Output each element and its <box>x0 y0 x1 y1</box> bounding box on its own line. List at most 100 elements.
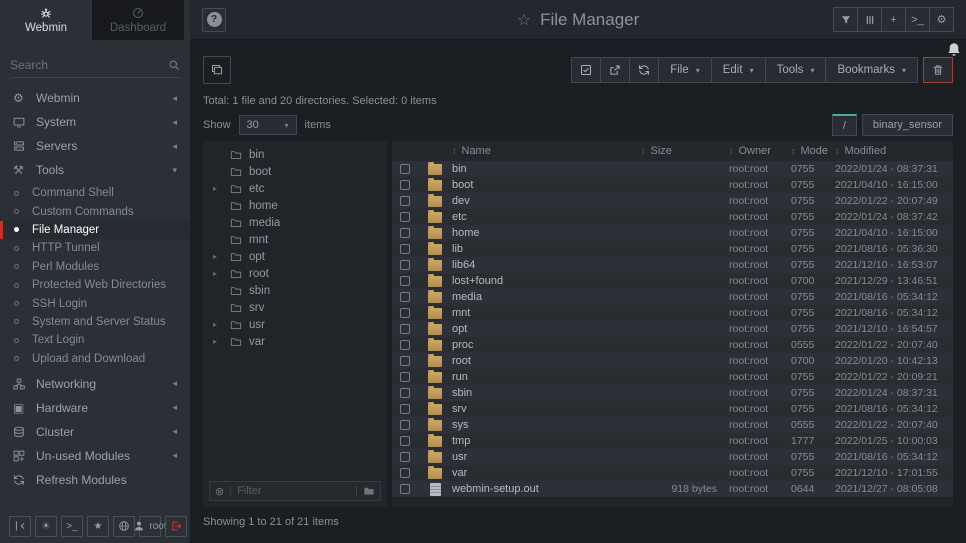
refresh-button[interactable] <box>629 57 659 83</box>
tree-item-mnt[interactable]: mnt <box>203 231 387 248</box>
tree-item-home[interactable]: home <box>203 197 387 214</box>
sort-icon[interactable]: ↕ <box>729 146 734 156</box>
tree-item-var[interactable]: ▸var <box>203 333 387 350</box>
sidebar-item-text-login[interactable]: Text Login <box>0 331 190 349</box>
file-name[interactable]: boot <box>452 179 637 191</box>
sidebar-item-perl-modules[interactable]: Perl Modules <box>0 258 190 276</box>
sidebar-item-tools[interactable]: ⚒Tools▾ <box>0 158 190 182</box>
terminal-button[interactable]: >_ <box>905 7 930 32</box>
tree-item-etc[interactable]: ▸etc <box>203 180 387 197</box>
folder-small-icon[interactable] <box>363 485 375 497</box>
file-name[interactable]: srv <box>452 403 637 415</box>
column-header-owner[interactable]: ↕Owner <box>717 145 791 157</box>
file-name[interactable]: root <box>452 355 637 367</box>
file-name[interactable]: opt <box>452 323 637 335</box>
column-header-size[interactable]: ↕Size <box>637 145 717 157</box>
row-checkbox[interactable] <box>400 420 410 430</box>
table-row[interactable]: procroot:root05552022/01/22 - 20:07:40 <box>392 337 953 353</box>
search-input[interactable] <box>10 58 168 72</box>
file-name[interactable]: home <box>452 227 637 239</box>
row-checkbox[interactable] <box>400 324 410 334</box>
tree-filter-bar[interactable]: ⊗ | Filter | <box>209 481 381 501</box>
table-row[interactable]: sysroot:root05552022/01/22 - 20:07:40 <box>392 417 953 433</box>
table-row[interactable]: etcroot:root07552022/01/24 - 08:37:42 <box>392 209 953 225</box>
table-row[interactable]: tmproot:root17772022/01/25 - 10:00:03 <box>392 433 953 449</box>
tree-item-opt[interactable]: ▸opt <box>203 248 387 265</box>
tree-item-srv[interactable]: srv <box>203 299 387 316</box>
edit-menu[interactable]: Edit▾ <box>711 57 766 83</box>
sidebar-item-refresh-modules[interactable]: Refresh Modules <box>0 468 190 492</box>
table-row[interactable]: libroot:root07552021/08/16 - 05:36:30 <box>392 241 953 257</box>
file-name[interactable]: webmin-setup.out <box>452 483 637 495</box>
column-header-modified[interactable]: ↕Modified <box>835 145 953 157</box>
file-name[interactable]: media <box>452 291 637 303</box>
page-size-select[interactable]: 30 ▾ <box>239 115 297 135</box>
tree-item-usr[interactable]: ▸usr <box>203 316 387 333</box>
row-checkbox[interactable] <box>400 276 410 286</box>
table-row[interactable]: homeroot:root07552021/04/10 - 16:15:00 <box>392 225 953 241</box>
sidebar-item-hardware[interactable]: ▣Hardware◂ <box>0 396 190 420</box>
table-row[interactable]: lib64root:root07552021/12/10 - 16:53:07 <box>392 257 953 273</box>
file-name[interactable]: mnt <box>452 307 637 319</box>
row-checkbox[interactable] <box>400 372 410 382</box>
sidebar-item-http-tunnel[interactable]: HTTP Tunnel <box>0 239 190 257</box>
row-checkbox[interactable] <box>400 180 410 190</box>
expand-icon[interactable]: ▸ <box>213 337 230 346</box>
shell-button[interactable]: >_ <box>61 516 83 537</box>
clear-filter-icon[interactable]: ⊗ <box>215 485 224 498</box>
expand-icon[interactable]: ▸ <box>213 320 230 329</box>
file-name[interactable]: usr <box>452 451 637 463</box>
file-name[interactable]: run <box>452 371 637 383</box>
sidebar-item-command-shell[interactable]: Command Shell <box>0 184 190 202</box>
row-checkbox[interactable] <box>400 244 410 254</box>
row-checkbox[interactable] <box>400 388 410 398</box>
table-row[interactable]: webmin-setup.out918 bytesroot:root064420… <box>392 481 953 497</box>
sidebar-item-system-and-server-status[interactable]: System and Server Status <box>0 313 190 331</box>
user-button[interactable]: root <box>139 516 161 537</box>
sidebar-item-protected-web-directories[interactable]: Protected Web Directories <box>0 276 190 294</box>
filter-button[interactable] <box>833 7 858 32</box>
collapse-sidebar-button[interactable] <box>9 516 31 537</box>
sort-icon[interactable]: ↕ <box>791 146 796 156</box>
expand-icon[interactable]: ▸ <box>213 184 230 193</box>
row-checkbox[interactable] <box>400 340 410 350</box>
tools-menu[interactable]: Tools▾ <box>765 57 827 83</box>
file-menu[interactable]: File▾ <box>658 57 712 83</box>
sidebar-item-cluster[interactable]: Cluster◂ <box>0 420 190 444</box>
row-checkbox[interactable] <box>400 212 410 222</box>
table-row[interactable]: usrroot:root07552021/08/16 - 05:34:12 <box>392 449 953 465</box>
table-row[interactable]: rootroot:root07002022/01/20 - 10:42:13 <box>392 353 953 369</box>
breadcrumb-root[interactable]: / <box>832 114 857 136</box>
row-checkbox[interactable] <box>400 436 410 446</box>
file-name[interactable]: sbin <box>452 387 637 399</box>
table-row[interactable]: runroot:root07552022/01/22 - 20:09:21 <box>392 369 953 385</box>
table-row[interactable]: srvroot:root07552021/08/16 - 05:34:12 <box>392 401 953 417</box>
tree-item-root[interactable]: ▸root <box>203 265 387 282</box>
row-checkbox[interactable] <box>400 196 410 206</box>
sort-icon[interactable]: ↕ <box>835 146 840 156</box>
table-row[interactable]: devroot:root07552022/01/22 - 20:07:49 <box>392 193 953 209</box>
tab-dashboard[interactable]: Dashboard <box>92 0 184 40</box>
tab-webmin[interactable]: Webmin <box>0 0 92 40</box>
pause-button[interactable] <box>857 7 882 32</box>
bookmarks-menu[interactable]: Bookmarks▾ <box>825 57 918 83</box>
row-checkbox[interactable] <box>400 292 410 302</box>
expand-icon[interactable]: ▸ <box>213 269 230 278</box>
export-button[interactable] <box>600 57 630 83</box>
sidebar-item-ssh-login[interactable]: SSH Login <box>0 294 190 312</box>
select-all-button[interactable] <box>571 57 601 83</box>
bell-icon[interactable] <box>946 42 962 61</box>
table-row[interactable]: sbinroot:root07552022/01/24 - 08:37:31 <box>392 385 953 401</box>
sidebar-item-un-used-modules[interactable]: Un-used Modules◂ <box>0 444 190 468</box>
table-row[interactable]: varroot:root07552021/12/10 - 17:01:55 <box>392 465 953 481</box>
file-name[interactable]: dev <box>452 195 637 207</box>
row-checkbox[interactable] <box>400 484 410 494</box>
row-checkbox[interactable] <box>400 452 410 462</box>
sidebar-item-networking[interactable]: Networking◂ <box>0 372 190 396</box>
file-name[interactable]: bin <box>452 163 637 175</box>
row-checkbox[interactable] <box>400 228 410 238</box>
row-checkbox[interactable] <box>400 308 410 318</box>
new-tab-button[interactable]: + <box>881 7 906 32</box>
row-checkbox[interactable] <box>400 260 410 270</box>
table-row[interactable]: mediaroot:root07552021/08/16 - 05:34:12 <box>392 289 953 305</box>
